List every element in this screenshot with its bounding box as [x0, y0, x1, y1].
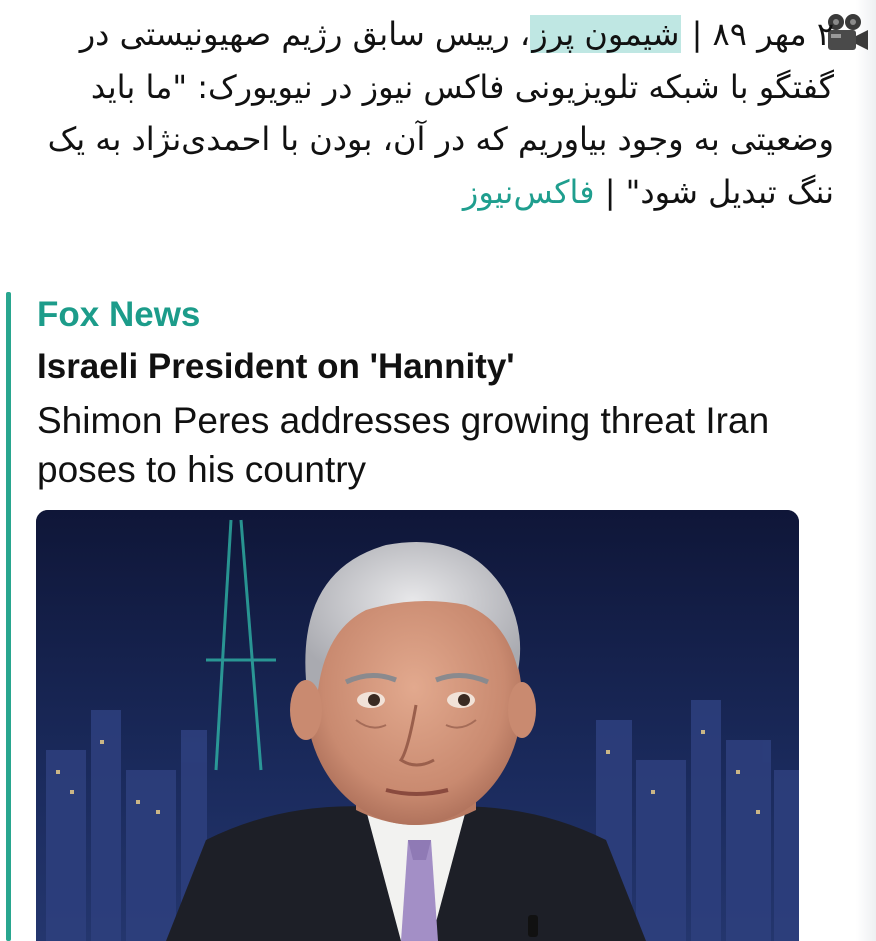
preview-image[interactable] — [36, 510, 799, 941]
preview-title: Israeli President on 'Hannity' — [37, 347, 515, 386]
channel-message: ۲ مهر ۸۹ | شیمون پرز، رییس سابق رژیم صهی… — [0, 0, 876, 941]
preview-accent-bar — [6, 292, 11, 941]
link-preview[interactable]: Fox News Israeli President on 'Hannity' … — [6, 292, 826, 941]
highlighted-name: شیمون پرز — [530, 15, 682, 53]
message-separator: | — [691, 15, 703, 53]
closing-separator: | — [604, 172, 616, 211]
preview-site-name: Fox News — [37, 295, 201, 334]
message-text: ۲ مهر ۸۹ | شیمون پرز، رییس سابق رژیم صهی… — [6, 8, 834, 218]
preview-description: Shimon Peres addresses growing threat Ir… — [37, 400, 770, 490]
news-photo-illustration — [36, 510, 799, 941]
source-link[interactable]: فاکس‌نیوز — [463, 173, 595, 211]
message-date: ۲ مهر ۸۹ — [712, 15, 834, 53]
